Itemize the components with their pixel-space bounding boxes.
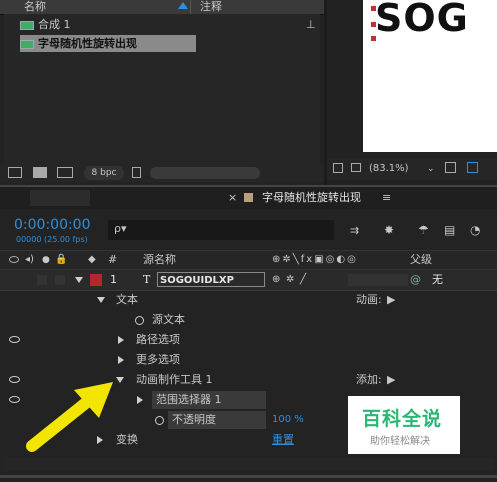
watermark-badge: 百科全说 助你轻松解决 [348,396,460,454]
watermark-title: 百科全说 [362,408,443,430]
arrow-icon [26,382,113,452]
watermark-subtitle: 助你轻松解决 [370,436,430,447]
